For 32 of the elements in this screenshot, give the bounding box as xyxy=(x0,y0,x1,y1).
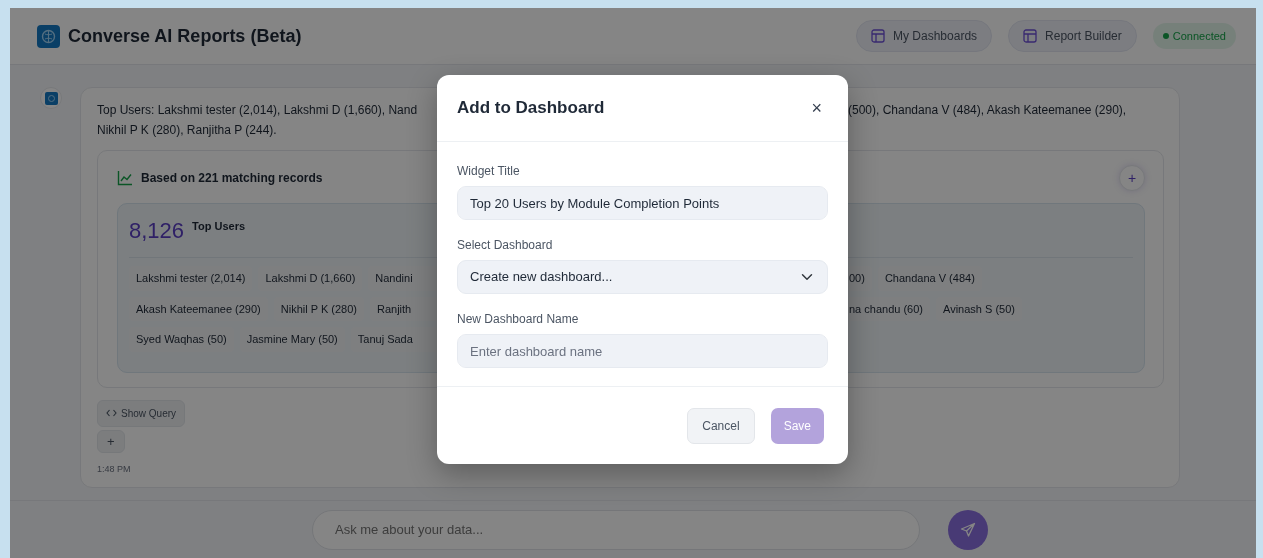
stat-value: 8,126 xyxy=(129,217,185,245)
result-heading: Based on 221 matching records xyxy=(141,170,323,187)
layout-icon xyxy=(1023,29,1038,43)
connection-status: Connected xyxy=(1152,22,1236,50)
layout-icon xyxy=(871,29,885,43)
text-field[interactable]: Enter dashboard name xyxy=(457,334,828,368)
message-text: (500), Chandana V (484), Akash Kateemanee (290), xyxy=(848,102,1127,119)
logo-icon xyxy=(37,24,60,48)
show-query-button[interactable]: Show Query xyxy=(97,399,186,427)
cancel-button[interactable]: Cancel xyxy=(687,407,755,444)
dashboard-select[interactable]: Create new dashboard... xyxy=(457,260,828,294)
nav-button[interactable]: Report Builder xyxy=(1008,20,1137,52)
close-button[interactable]: × xyxy=(807,99,826,117)
send-button[interactable] xyxy=(948,509,988,550)
stat-label: Top Users xyxy=(192,219,246,234)
field-label: Select Dashboard xyxy=(457,237,554,254)
add-button[interactable]: + xyxy=(97,429,125,453)
add-button[interactable]: + xyxy=(1119,165,1145,191)
assistant-avatar xyxy=(40,87,62,109)
message-time: 1:48 PM xyxy=(97,463,132,476)
message-text: Nikhil P K (280), Ranjitha P (244). xyxy=(97,122,277,139)
code-icon xyxy=(106,409,117,417)
chat-input-field[interactable]: Ask me about your data... xyxy=(312,509,920,550)
field-label: New Dashboard Name xyxy=(457,311,580,328)
message-text: Top Users: Lakshmi tester (2,014), Lakshmi D (1,660), Nand xyxy=(97,102,419,119)
nav-button[interactable]: My Dashboards xyxy=(856,20,993,52)
text-field[interactable]: Top 20 Users by Module Completion Points xyxy=(457,186,828,220)
line-chart-icon xyxy=(117,170,133,186)
dialog-title: Add to Dashboard xyxy=(457,97,605,120)
field-label: Widget Title xyxy=(457,163,521,180)
app-title: Converse AI Reports (Beta) xyxy=(68,24,302,48)
send-icon xyxy=(960,521,976,538)
